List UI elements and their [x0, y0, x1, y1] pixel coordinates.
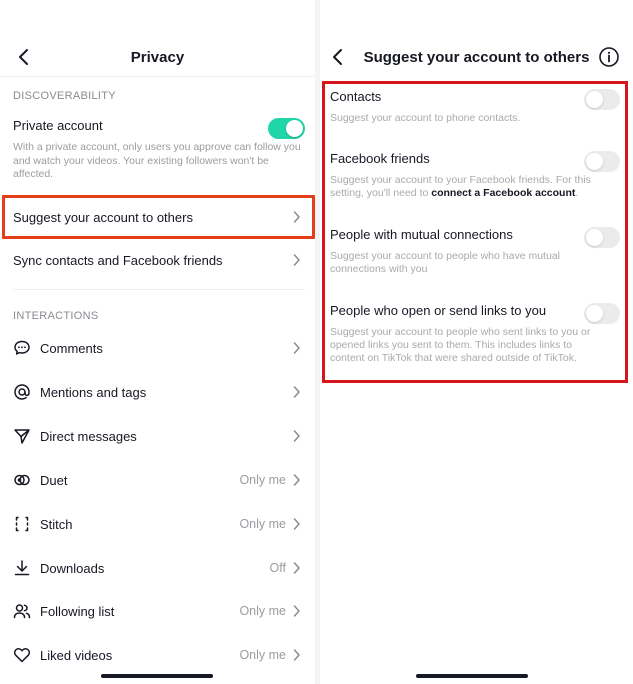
facebook-friends-option: Facebook friends Suggest your account to… [330, 151, 622, 200]
contacts-toggle[interactable] [584, 89, 620, 110]
toggle-knob [586, 91, 603, 108]
duet-value: Only me [239, 473, 286, 487]
chevron-right-icon [293, 254, 300, 266]
suggest-account-label: Suggest your account to others [13, 209, 193, 225]
stitch-item[interactable]: Stitch Only me [0, 504, 315, 544]
facebook-friends-description: Suggest your account to your Facebook fr… [330, 174, 602, 200]
header-divider [0, 76, 315, 77]
chevron-right-icon [293, 562, 300, 574]
mutual-connections-label: People with mutual connections [330, 227, 513, 242]
connect-facebook-link[interactable]: connect a Facebook account [431, 187, 575, 199]
toggle-knob [586, 153, 603, 170]
facebook-description-end: . [575, 186, 579, 199]
contacts-option: Contacts Suggest your account to phone c… [330, 89, 622, 125]
section-divider [13, 289, 305, 290]
links-option: People who open or send links to you Sug… [330, 303, 622, 364]
suggest-header: Suggest your account to others [320, 38, 633, 76]
private-account-toggle[interactable] [268, 118, 305, 139]
at-sign-icon [13, 383, 31, 401]
direct-messages-label: Direct messages [40, 428, 137, 444]
duet-icon [13, 471, 31, 489]
chevron-right-icon [293, 474, 300, 486]
stitch-icon [13, 515, 31, 533]
following-list-value: Only me [239, 604, 286, 618]
liked-videos-label: Liked videos [40, 647, 113, 663]
chevron-right-icon [293, 386, 300, 398]
stitch-value: Only me [239, 517, 286, 531]
facebook-friends-label: Facebook friends [330, 151, 430, 166]
home-indicator [416, 674, 528, 678]
duet-item[interactable]: Duet Only me [0, 460, 315, 500]
chevron-left-icon [19, 49, 28, 65]
comments-item[interactable]: Comments [0, 328, 315, 368]
chevron-right-icon [293, 649, 300, 661]
stitch-label: Stitch [40, 516, 73, 532]
private-account-setting: Private account With a private account, … [13, 118, 305, 182]
contacts-description: Suggest your account to phone contacts. [330, 112, 521, 124]
suggest-account-item[interactable]: Suggest your account to others [0, 197, 315, 237]
links-toggle[interactable] [584, 303, 620, 324]
private-account-description: With a private account, only users you a… [13, 141, 301, 180]
facebook-friends-toggle[interactable] [584, 151, 620, 172]
back-button[interactable] [322, 42, 352, 72]
toggle-knob [586, 305, 603, 322]
heart-icon [13, 646, 31, 664]
chevron-right-icon [293, 518, 300, 530]
page-title: Suggest your account to others [363, 48, 590, 66]
sync-contacts-item[interactable]: Sync contacts and Facebook friends [0, 240, 315, 280]
contacts-label: Contacts [330, 89, 382, 104]
users-icon [13, 602, 31, 620]
send-icon [13, 427, 31, 445]
sync-contacts-label: Sync contacts and Facebook friends [13, 252, 223, 268]
section-label-discoverability: DISCOVERABILITY [13, 90, 116, 102]
chevron-right-icon [293, 211, 300, 223]
links-label: People who open or send links to you [330, 303, 547, 318]
duet-label: Duet [40, 472, 68, 488]
privacy-panel: Privacy DISCOVERABILITY Private account … [0, 0, 315, 684]
mutual-connections-toggle[interactable] [584, 227, 620, 248]
mentions-item[interactable]: Mentions and tags [0, 372, 315, 412]
mentions-label: Mentions and tags [40, 384, 147, 400]
links-description: Suggest your account to people who sent … [330, 326, 591, 364]
comments-label: Comments [40, 340, 103, 356]
following-list-label: Following list [40, 603, 115, 619]
info-icon [599, 47, 619, 67]
chevron-right-icon [293, 430, 300, 442]
chevron-left-icon [333, 49, 342, 65]
mutual-connections-description: Suggest your account to people who have … [330, 250, 560, 275]
liked-videos-item[interactable]: Liked videos Only me [0, 635, 315, 675]
following-list-item[interactable]: Following list Only me [0, 591, 315, 631]
downloads-value: Off [269, 561, 286, 575]
privacy-header: Privacy [0, 38, 315, 76]
private-account-label: Private account [13, 118, 103, 133]
info-button[interactable] [595, 43, 623, 71]
comment-icon [13, 339, 31, 357]
home-indicator [101, 674, 213, 678]
mutual-connections-option: People with mutual connections Suggest y… [330, 227, 622, 276]
chevron-right-icon [293, 342, 300, 354]
direct-messages-item[interactable]: Direct messages [0, 416, 315, 456]
downloads-item[interactable]: Downloads Off [0, 548, 315, 588]
section-label-interactions: INTERACTIONS [13, 310, 99, 322]
toggle-knob [586, 229, 603, 246]
toggle-knob [286, 120, 303, 137]
back-button[interactable] [8, 42, 38, 72]
page-title: Privacy [130, 48, 185, 66]
liked-videos-value: Only me [239, 648, 286, 662]
chevron-right-icon [293, 605, 300, 617]
downloads-label: Downloads [40, 560, 105, 576]
download-icon [13, 559, 31, 577]
